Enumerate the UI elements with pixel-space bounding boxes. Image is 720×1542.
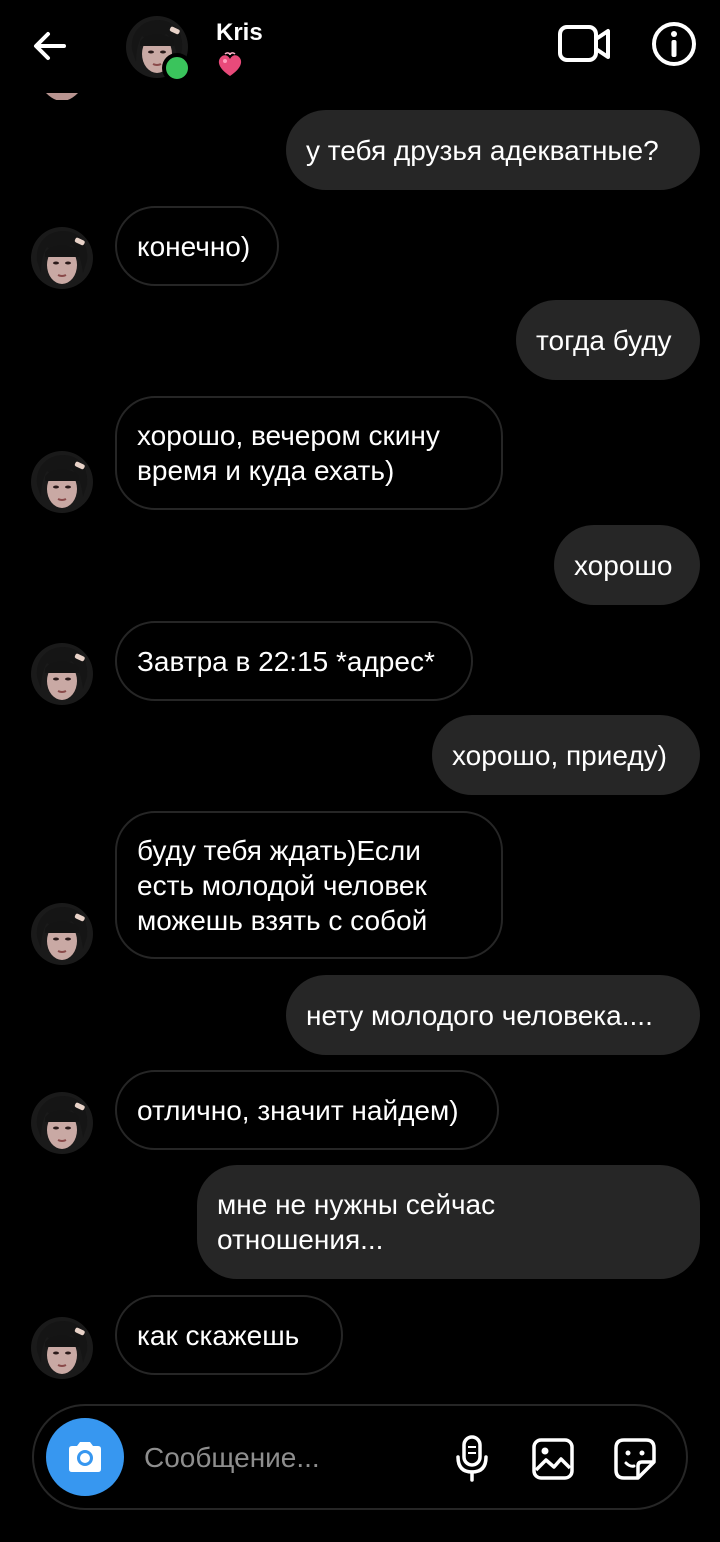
outgoing-message[interactable]: у тебя друзья адекватные? [286, 110, 700, 190]
gallery-button[interactable] [530, 1436, 576, 1482]
back-arrow-icon [34, 32, 66, 60]
heart-emoji-icon [216, 52, 244, 78]
message-list[interactable]: у тебя друзья адекватные? конечно) тогда б… [0, 92, 720, 1392]
gallery-icon [532, 1438, 574, 1480]
outgoing-message[interactable]: тогда буду [516, 300, 700, 380]
sender-avatar[interactable] [31, 227, 93, 289]
info-button[interactable] [650, 20, 698, 68]
info-icon [652, 22, 696, 66]
camera-button[interactable] [46, 1418, 124, 1496]
video-camera-icon [558, 25, 610, 62]
outgoing-message[interactable]: мне не нужны сейчас отношения... [197, 1165, 700, 1279]
incoming-message[interactable]: хорошо, вечером скину время и куда ехать… [115, 396, 503, 510]
sticker-button[interactable] [612, 1436, 658, 1482]
back-button[interactable] [26, 22, 74, 70]
video-call-button[interactable] [556, 22, 612, 66]
sticker-icon [614, 1438, 656, 1480]
chat-header: Kris [0, 0, 720, 92]
incoming-message[interactable]: отлично, значит найдем) [115, 1070, 499, 1150]
sender-avatar[interactable] [31, 1317, 93, 1379]
incoming-message[interactable]: конечно) [115, 206, 279, 286]
sender-avatar[interactable] [31, 451, 93, 513]
microphone-icon [456, 1435, 488, 1482]
sender-avatar[interactable] [31, 643, 93, 705]
sender-avatar[interactable] [31, 903, 93, 965]
sender-avatar[interactable] [31, 1092, 93, 1154]
outgoing-message[interactable]: хорошо [554, 525, 700, 605]
message-composer [32, 1404, 688, 1510]
outgoing-message[interactable]: нету молодого человека.... [286, 975, 700, 1055]
message-input[interactable] [142, 1434, 436, 1482]
direct-message-screen: Kris у тебя друзья адекватные? конечно) то… [0, 0, 720, 1542]
incoming-message[interactable]: буду тебя ждать)Если есть молодой челове… [115, 811, 503, 959]
camera-icon [69, 1442, 101, 1472]
contact-name[interactable]: Kris [216, 19, 263, 47]
online-status-dot [162, 53, 192, 83]
voice-message-button[interactable] [452, 1434, 492, 1484]
outgoing-message[interactable]: хорошо, приеду) [432, 715, 700, 795]
incoming-message[interactable]: как скажешь [115, 1295, 343, 1375]
incoming-message[interactable]: Завтра в 22:15 *адрес* [115, 621, 473, 701]
avatar-partial [42, 90, 82, 100]
